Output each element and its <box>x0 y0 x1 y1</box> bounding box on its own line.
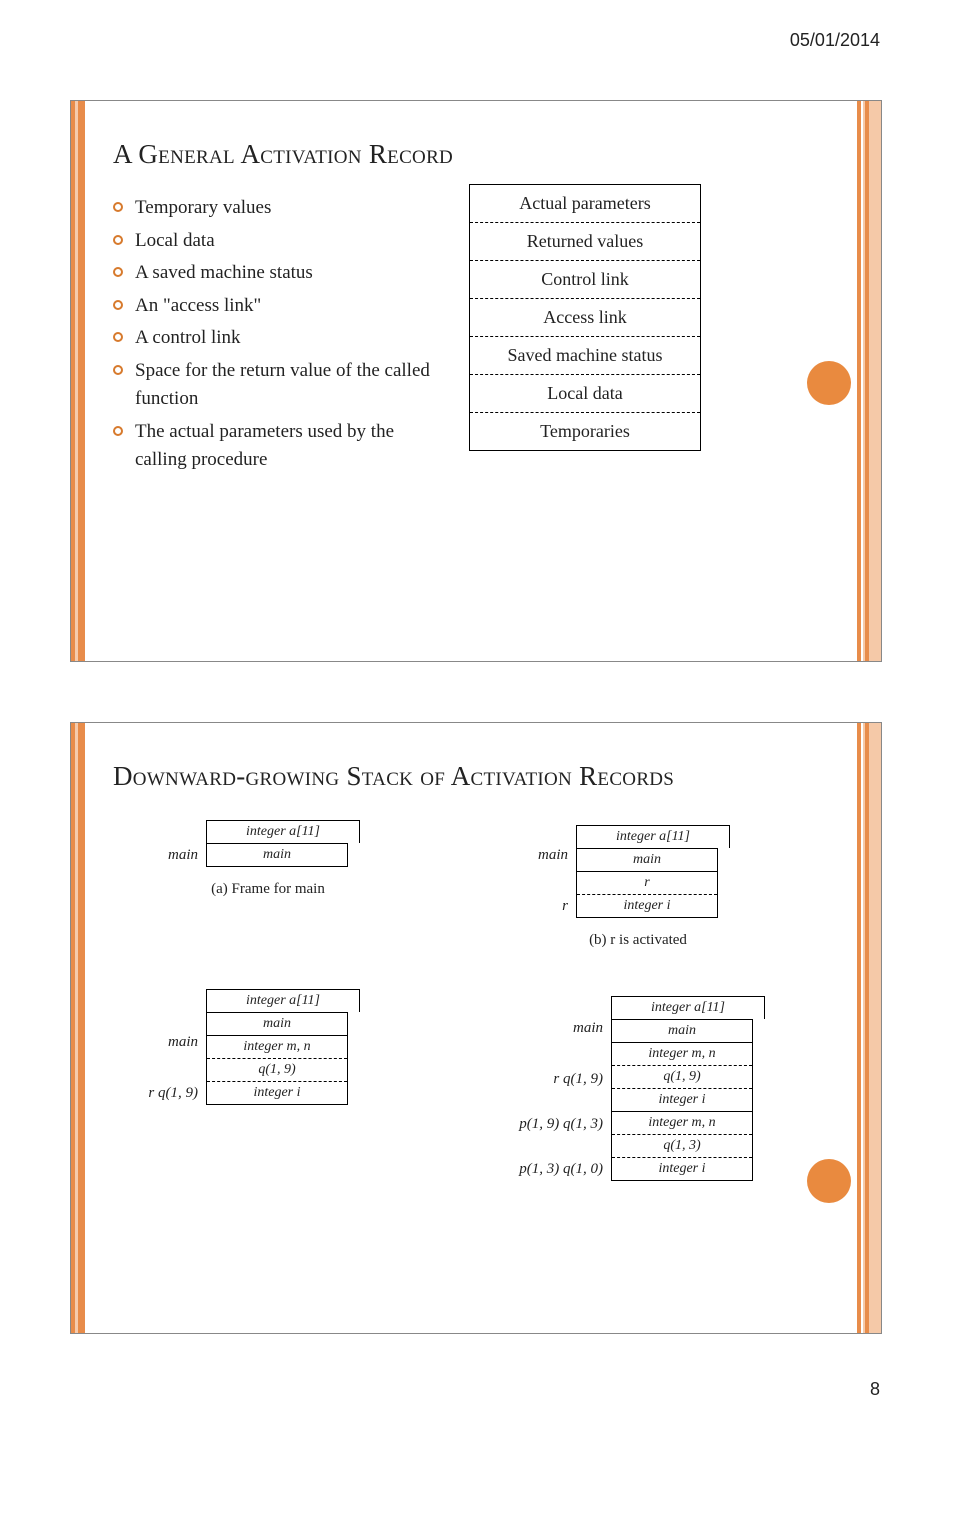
panel-caption: (a) Frame for main <box>113 881 423 898</box>
stack-frame: main r integer i <box>576 848 718 918</box>
stack-cell-above: integer a[11] <box>206 820 360 843</box>
stack-cell: main <box>612 1020 752 1042</box>
stack-panel-c: main r q(1, 9) integer a[11] main intege… <box>113 989 423 1181</box>
stack-label: main <box>113 844 198 867</box>
slides-container: A General Activation Record Temporary va… <box>70 30 890 1334</box>
accent-dot <box>807 361 851 405</box>
stack-cell-above: integer a[11] <box>206 989 360 1012</box>
bullet-item: Space for the return value of the called… <box>113 357 443 414</box>
stack-cell: integer m, n <box>207 1035 347 1058</box>
record-cell: Actual parameters <box>470 185 700 222</box>
stack-label: main <box>483 1017 603 1040</box>
stack-label: r <box>483 895 568 918</box>
stack-label: main <box>483 844 568 867</box>
bullet-item: A control link <box>113 324 443 353</box>
stack-panel-d: main r q(1, 9) p(1, 9) q(1, 3) p(1, 3) q… <box>483 989 793 1181</box>
accent-bar-left <box>71 101 85 661</box>
slide-title: A General Activation Record <box>113 139 841 170</box>
stack-panel-a: main integer a[11] main (a) Frame for ma… <box>113 816 423 949</box>
stack-cell: main <box>577 849 717 871</box>
stack-label: r q(1, 9) <box>113 1082 198 1105</box>
record-cell: Access link <box>470 298 700 336</box>
header-date: 05/01/2014 <box>790 30 880 51</box>
bullet-list: Temporary values Local data A saved mach… <box>113 194 443 479</box>
stack-label: main <box>113 1031 198 1054</box>
bullet-item: Local data <box>113 227 443 256</box>
stack-cell: integer i <box>612 1088 752 1111</box>
accent-bar-left <box>71 723 85 1333</box>
bullet-item: A saved machine status <box>113 259 443 288</box>
bullet-item: An "access link" <box>113 292 443 321</box>
stack-diagrams: main integer a[11] main (a) Frame for ma… <box>71 816 881 1211</box>
stack-cell: integer m, n <box>612 1042 752 1065</box>
stack-cell: integer i <box>577 894 717 917</box>
bullet-item: Temporary values <box>113 194 443 223</box>
stack-frame: main <box>206 843 348 867</box>
slide-stack-growing: Downward-growing Stack of Activation Rec… <box>70 722 882 1334</box>
accent-bar-right <box>863 723 881 1333</box>
stack-cell: q(1, 9) <box>207 1058 347 1081</box>
record-cell: Temporaries <box>470 412 700 450</box>
record-cell: Saved machine status <box>470 336 700 374</box>
record-cell: Local data <box>470 374 700 412</box>
stack-frame: main integer m, n q(1, 9) integer i <box>206 1012 348 1105</box>
record-cell: Returned values <box>470 222 700 260</box>
stack-cell: q(1, 9) <box>612 1065 752 1088</box>
stack-cell: integer i <box>612 1157 752 1180</box>
slide-activation-record: A General Activation Record Temporary va… <box>70 100 882 662</box>
stack-cell: main <box>207 844 347 866</box>
stack-label: p(1, 3) q(1, 0) <box>483 1158 603 1181</box>
stack-label: p(1, 9) q(1, 3) <box>483 1113 603 1136</box>
accent-bar-right <box>863 101 881 661</box>
stack-panel-b: main r integer a[11] main r integer i <box>483 816 793 949</box>
record-cell: Control link <box>470 260 700 298</box>
page-number: 8 <box>870 1379 880 1400</box>
panel-caption: (b) r is activated <box>483 932 793 949</box>
stack-cell: integer i <box>207 1081 347 1104</box>
page: 05/01/2014 A General Activation Record T… <box>0 0 960 1414</box>
slide-body: Temporary values Local data A saved mach… <box>71 194 881 499</box>
bullet-item: The actual parameters used by the callin… <box>113 418 443 475</box>
stack-cell: r <box>577 871 717 894</box>
accent-dot <box>807 1159 851 1203</box>
slide-title: Downward-growing Stack of Activation Rec… <box>113 761 841 792</box>
stack-cell: main <box>207 1013 347 1035</box>
stack-frame: main integer m, n q(1, 9) integer i inte… <box>611 1019 753 1181</box>
stack-cell: q(1, 3) <box>612 1134 752 1157</box>
stack-cell-above: integer a[11] <box>576 825 730 848</box>
stack-label: r q(1, 9) <box>483 1068 603 1091</box>
stack-cell: integer m, n <box>612 1111 752 1134</box>
stack-cell-above: integer a[11] <box>611 996 765 1019</box>
activation-record-diagram: Actual parameters Returned values Contro… <box>469 184 701 451</box>
